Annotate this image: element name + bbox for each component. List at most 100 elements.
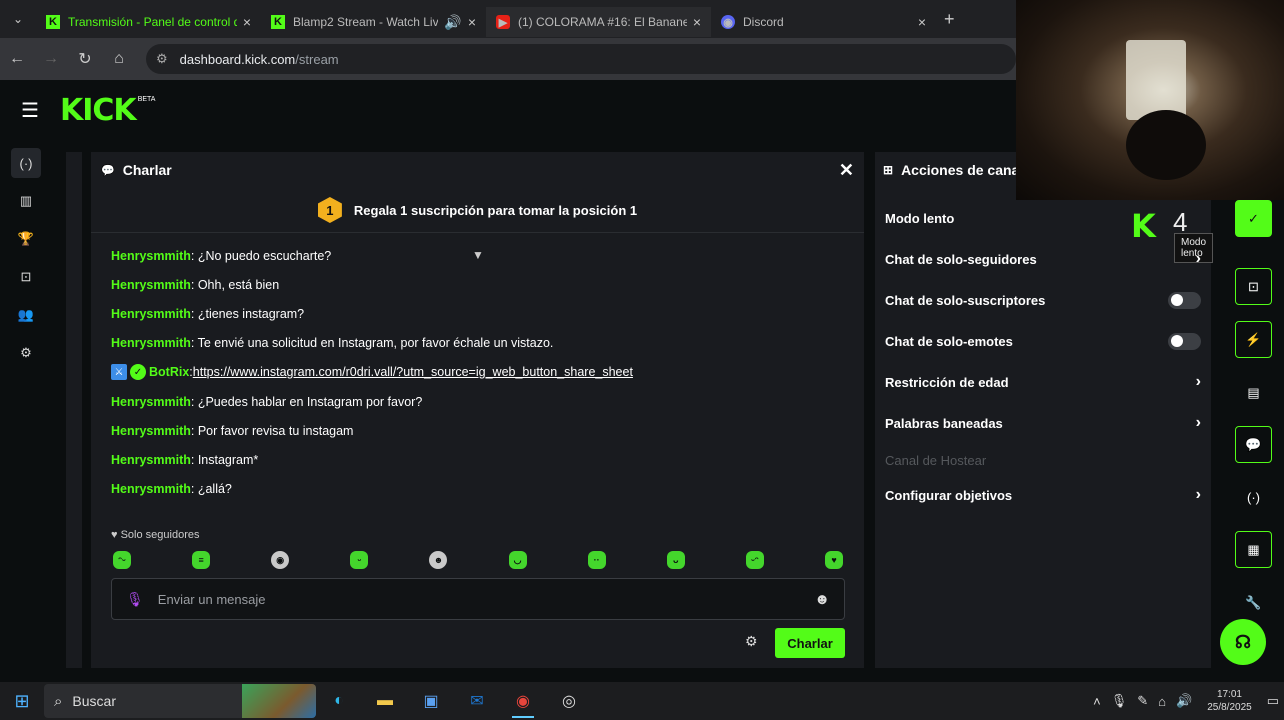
emote-icon[interactable]: ᵕ	[350, 551, 369, 569]
pen-icon[interactable]: ✎	[1137, 693, 1148, 709]
network-icon[interactable]: ⌂	[1158, 694, 1166, 709]
action-subscribers-only[interactable]: Chat de solo-suscriptores	[885, 285, 1201, 315]
search-text: Buscar	[72, 693, 116, 709]
username[interactable]: Henrysmmith	[111, 336, 191, 350]
browser-tab-3[interactable]: ▶ (1) COLORAMA #16: El Banane ×	[486, 7, 711, 37]
emote-icon[interactable]: ◉	[271, 551, 290, 569]
message-text: : ¿allá?	[190, 482, 232, 497]
obs-icon[interactable]: ◎	[546, 684, 592, 718]
document-icon[interactable]: ▤	[1235, 374, 1272, 411]
kick-favicon-icon: K	[271, 15, 285, 29]
stream-live-icon[interactable]: (·)	[11, 148, 41, 178]
community-icon[interactable]: 👥	[11, 300, 41, 330]
confirm-check-icon[interactable]: ✓	[1235, 200, 1272, 237]
broadcast-icon[interactable]: (·)	[1235, 479, 1272, 516]
close-tab-icon[interactable]: ×	[918, 14, 926, 30]
chat-bubble-icon[interactable]: 💬	[1235, 426, 1272, 463]
volume-icon[interactable]: 🔊	[1176, 693, 1192, 709]
edge-icon[interactable]: ◐	[316, 684, 362, 718]
send-button[interactable]: Charlar	[775, 628, 845, 658]
username[interactable]: Henrysmmith	[111, 424, 191, 438]
outlook-icon[interactable]: ✉	[454, 684, 500, 718]
chat-message: Henrysmmith: ¿Puedes hablar en Instagram…	[111, 387, 844, 416]
kick-logo[interactable]: KICK	[60, 93, 137, 128]
username[interactable]: Henrysmmith	[111, 395, 191, 409]
new-tab-icon[interactable]: +	[944, 9, 955, 30]
action-emotes-only[interactable]: Chat de solo-emotes	[885, 326, 1201, 356]
layout-icon[interactable]: ▦	[1235, 531, 1272, 568]
taskbar-search[interactable]: ⌕ Buscar	[44, 684, 316, 718]
notifications-icon[interactable]: ▭	[1267, 693, 1279, 709]
moderation-icon[interactable]: ⊡	[11, 262, 41, 292]
action-label: Chat de solo-emotes	[885, 333, 1013, 349]
lightning-icon[interactable]: ⚡	[1235, 321, 1272, 358]
analytics-icon[interactable]: ▥	[11, 186, 41, 216]
emote-icon[interactable]: ᴗ	[666, 551, 685, 569]
file-explorer-icon[interactable]: ▬	[362, 684, 408, 718]
message-input[interactable]	[157, 591, 815, 607]
emote-icon[interactable]: ◡	[508, 551, 527, 569]
message-link[interactable]: https://www.instagram.com/r0dri.vall/?ut…	[193, 365, 633, 379]
action-configure-goals[interactable]: Configurar objetivos ›	[885, 480, 1201, 510]
username[interactable]: Henrysmmith	[111, 249, 191, 263]
chat-settings-icon[interactable]: ⚙	[745, 633, 758, 650]
emote-icon[interactable]: ··	[587, 551, 606, 569]
kick-favicon-icon: K	[46, 15, 60, 29]
close-icon[interactable]: ✕	[839, 160, 854, 181]
username[interactable]: Henrysmmith	[111, 278, 191, 292]
close-tab-icon[interactable]: ×	[243, 14, 251, 30]
toggle-switch[interactable]	[1168, 291, 1201, 309]
trophy-icon[interactable]: 🏆	[11, 224, 41, 254]
browser-tab-1[interactable]: K Transmisión - Panel de control de ×	[36, 7, 261, 37]
toggle-switch[interactable]	[1168, 332, 1201, 350]
action-age-restriction[interactable]: Restricción de edad ›	[885, 367, 1201, 397]
microphone-tray-icon[interactable]: 🎙	[1111, 693, 1128, 709]
action-followers-only[interactable]: Chat de solo-seguidores ›	[885, 244, 1201, 274]
emote-icon[interactable]: ᵕᵔ	[745, 551, 764, 569]
chevron-up-icon[interactable]: ˄	[1093, 694, 1101, 709]
emoji-icon[interactable]: ☻	[814, 591, 830, 608]
forward-icon[interactable]: →	[34, 50, 68, 68]
username[interactable]: Henrysmmith	[111, 482, 191, 496]
close-tab-icon[interactable]: ×	[693, 14, 701, 30]
hamburger-menu-icon[interactable]: ☰	[0, 98, 60, 123]
chat-panel: 💬 Charlar ✕ 1 Regala 1 suscripción para …	[91, 152, 864, 668]
clock[interactable]: 17:01 25/8/2025	[1207, 688, 1252, 714]
browser-tab-4[interactable]: ◉ Discord ×	[711, 7, 936, 37]
message-text: : ¿Puedes hablar en Instagram por favor?	[190, 394, 423, 409]
windows-start-icon[interactable]: ⊞	[0, 691, 44, 712]
action-banned-words[interactable]: Palabras baneadas ›	[885, 408, 1201, 438]
gift-sub-promo[interactable]: 1 Regala 1 suscripción para tomar la pos…	[91, 188, 864, 232]
tab-title: Discord	[743, 15, 784, 29]
settings-icon[interactable]: ⚙	[11, 338, 41, 368]
emote-icon[interactable]: ≡	[192, 551, 211, 569]
pinned-message-icon[interactable]: ▼	[472, 248, 484, 262]
home-icon[interactable]: ⌂	[102, 50, 136, 68]
url-field[interactable]: ⚙ dashboard.kick.com/stream	[146, 44, 1016, 74]
url-domain: dashboard.kick.com	[179, 51, 296, 67]
store-icon[interactable]: ▣	[408, 684, 454, 718]
chrome-icon[interactable]: ◉	[500, 684, 546, 718]
windows-taskbar: ⊞ ⌕ Buscar ◐ ▬ ▣ ✉ ◉ ◎ ˄ 🎙 ✎ ⌂ 🔊 17:01 2…	[0, 682, 1284, 720]
webcam-overlay	[1016, 0, 1284, 200]
emote-icon[interactable]: ☻	[429, 551, 448, 569]
wrench-icon[interactable]: 🔧	[1235, 584, 1272, 621]
username[interactable]: BotRix	[149, 365, 189, 379]
action-label: Canal de Hostear	[885, 452, 987, 468]
collapsed-panel[interactable]	[66, 152, 82, 668]
close-tab-icon[interactable]: ×	[468, 14, 476, 30]
microphone-icon[interactable]: 🎙	[126, 591, 144, 608]
support-headset-icon[interactable]: ☊	[1220, 619, 1266, 665]
reload-icon[interactable]: ↻	[68, 49, 102, 69]
emote-icon[interactable]: ᵔᵕ	[113, 551, 131, 569]
speaker-icon[interactable]: 🔊	[444, 14, 461, 31]
site-settings-icon[interactable]: ⚙	[156, 51, 168, 67]
emote-icon[interactable]: ♥	[824, 551, 843, 569]
moderation-icon[interactable]: ⊡	[1235, 268, 1272, 305]
browser-tab-2[interactable]: K Blamp2 Stream - Watch Live 🔊 ×	[261, 7, 486, 37]
action-label: Modo lento	[885, 210, 955, 226]
username[interactable]: Henrysmmith	[111, 453, 191, 467]
tab-search-chevron-icon[interactable]: ⌄	[0, 12, 36, 26]
username[interactable]: Henrysmmith	[111, 307, 191, 321]
back-icon[interactable]: ←	[0, 50, 34, 68]
